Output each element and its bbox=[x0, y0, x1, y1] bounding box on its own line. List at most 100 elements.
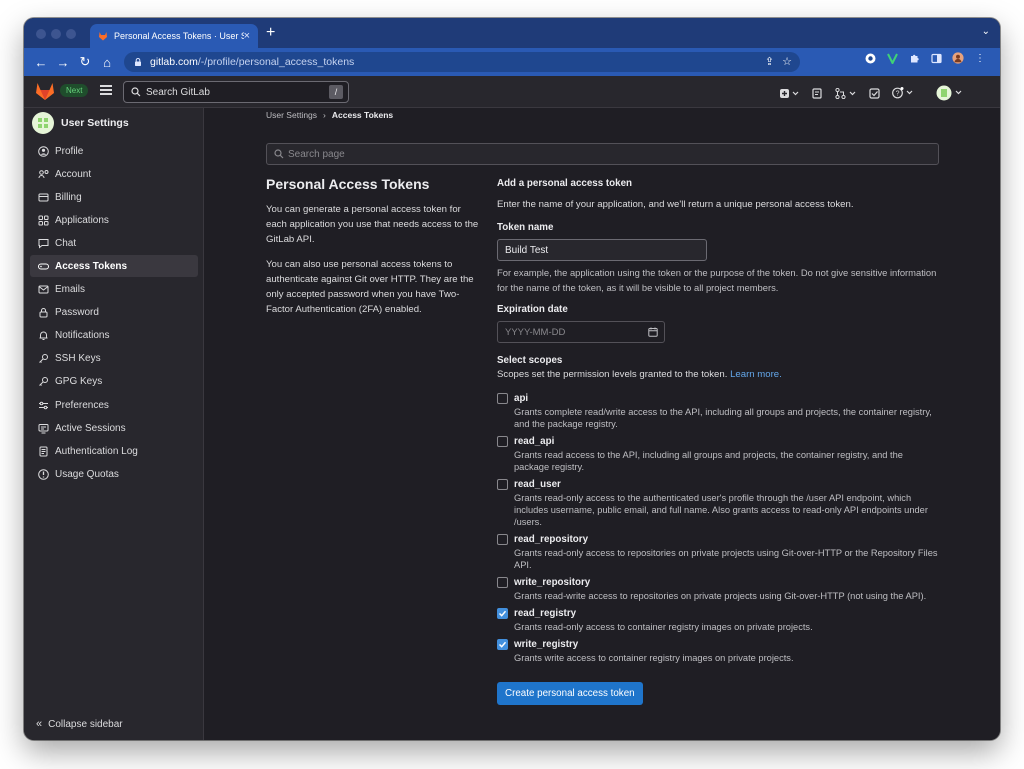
sidebar-item-password[interactable]: Password bbox=[30, 302, 198, 324]
browser-tab[interactable]: Personal Access Tokens · User Settings ·… bbox=[90, 24, 258, 48]
sidebar-item-authentication-log[interactable]: Authentication Log bbox=[30, 440, 198, 462]
quota-icon bbox=[38, 469, 49, 480]
collapse-sidebar-button[interactable]: « Collapse sidebar bbox=[36, 718, 123, 730]
help-icon[interactable]: ? bbox=[892, 87, 914, 102]
sidebar-item-emails[interactable]: Emails bbox=[30, 279, 198, 301]
side-panel-icon[interactable] bbox=[930, 52, 942, 64]
scope-name: read_repository bbox=[514, 534, 589, 545]
sidebar-item-preferences[interactable]: Preferences bbox=[30, 394, 198, 416]
scope-read-repository[interactable]: read_repository Grants read-only access … bbox=[497, 532, 939, 571]
expiration-date-input[interactable]: YYYY-MM-DD bbox=[497, 321, 665, 343]
sidebar-item-label: Billing bbox=[55, 191, 82, 203]
search-icon bbox=[274, 149, 284, 159]
minimize-window-button[interactable] bbox=[51, 29, 61, 39]
checkbox[interactable] bbox=[497, 436, 508, 447]
checkbox[interactable] bbox=[497, 577, 508, 588]
bookmark-star-icon[interactable]: ☆ bbox=[782, 55, 792, 68]
sidebar-item-account[interactable]: Account bbox=[30, 163, 198, 185]
scope-write-registry[interactable]: write_registry Grants write access to co… bbox=[497, 637, 939, 664]
token-name-label: Token name bbox=[497, 222, 554, 233]
home-icon[interactable]: ⌂ bbox=[96, 55, 118, 70]
learn-more-link[interactable]: Learn more. bbox=[730, 369, 782, 380]
new-tab-button[interactable]: + bbox=[266, 24, 275, 42]
breadcrumb: User Settings › Access Tokens bbox=[266, 110, 393, 120]
sidebar-item-ssh-keys[interactable]: SSH Keys bbox=[30, 348, 198, 370]
extension-1-icon[interactable] bbox=[864, 52, 876, 64]
double-chevron-left-icon: « bbox=[36, 718, 43, 730]
zoom-window-button[interactable] bbox=[66, 29, 76, 39]
profile-avatar-icon[interactable] bbox=[952, 52, 964, 64]
scope-api[interactable]: api Grants complete read/write access to… bbox=[497, 391, 939, 430]
token-icon bbox=[38, 261, 49, 272]
next-badge[interactable]: Next bbox=[60, 84, 89, 97]
sidebar-nav: Profile Account Billing Applications Cha… bbox=[30, 140, 198, 486]
check-icon bbox=[498, 610, 507, 617]
scope-read-api[interactable]: read_api Grants read access to the API, … bbox=[497, 434, 939, 473]
checkbox[interactable] bbox=[497, 393, 508, 404]
scope-description: Grants read-write access to repositories… bbox=[514, 591, 927, 601]
lock-icon bbox=[38, 307, 49, 318]
close-window-button[interactable] bbox=[36, 29, 46, 39]
sidebar-item-label: Access Tokens bbox=[55, 260, 128, 272]
browser-window: Personal Access Tokens · User Settings ·… bbox=[24, 18, 1000, 740]
create-token-button[interactable]: Create personal access token bbox=[497, 682, 643, 705]
scope-name: api bbox=[514, 393, 529, 404]
settings-sidebar: User Settings Profile Account Billing Ap… bbox=[24, 108, 204, 740]
sidebar-item-chat[interactable]: Chat bbox=[30, 232, 198, 254]
reload-icon[interactable]: ↻ bbox=[74, 54, 96, 70]
sidebar-item-label: Applications bbox=[55, 214, 109, 226]
checkbox[interactable] bbox=[497, 479, 508, 490]
extension-v-icon[interactable] bbox=[886, 52, 898, 64]
collapse-sidebar-label: Collapse sidebar bbox=[48, 718, 123, 730]
applications-icon bbox=[38, 215, 49, 226]
sidebar-item-label: Profile bbox=[55, 145, 84, 157]
sidebar-item-notifications[interactable]: Notifications bbox=[30, 325, 198, 347]
sidebar-item-applications[interactable]: Applications bbox=[30, 209, 198, 231]
scope-read-user[interactable]: read_user Grants read-only access to the… bbox=[497, 477, 939, 528]
sidebar-item-usage-quotas[interactable]: Usage Quotas bbox=[30, 463, 198, 485]
token-name-help: For example, the application using the t… bbox=[497, 267, 937, 293]
merge-requests-icon[interactable] bbox=[835, 87, 857, 102]
forward-icon[interactable]: → bbox=[52, 55, 74, 70]
share-icon[interactable]: ⇪ bbox=[765, 55, 774, 68]
global-search-placeholder: Search GitLab bbox=[146, 86, 210, 98]
sidebar-item-billing[interactable]: Billing bbox=[30, 186, 198, 208]
tab-search-icon[interactable]: ⌄ bbox=[982, 26, 990, 37]
todos-icon[interactable] bbox=[869, 87, 880, 102]
calendar-icon[interactable] bbox=[648, 327, 658, 337]
breadcrumb-parent[interactable]: User Settings bbox=[266, 110, 317, 120]
browser-menu-icon[interactable]: ⋮ bbox=[974, 52, 986, 64]
log-icon bbox=[38, 446, 49, 457]
tab-close-icon[interactable]: × bbox=[244, 30, 250, 42]
sidebar-item-access-tokens[interactable]: Access Tokens bbox=[30, 255, 198, 278]
sidebar-item-profile[interactable]: Profile bbox=[30, 140, 198, 162]
checkbox-checked[interactable] bbox=[497, 639, 508, 650]
form-intro: Enter the name of your application, and … bbox=[497, 199, 854, 210]
address-bar: ← → ↻ ⌂ gitlab.com/-/profile/personal_ac… bbox=[24, 48, 1000, 76]
search-page-input[interactable]: Search page bbox=[266, 143, 939, 165]
sidebar-header[interactable]: User Settings bbox=[32, 112, 129, 134]
url-field[interactable]: gitlab.com/-/profile/personal_access_tok… bbox=[124, 52, 800, 72]
key-icon bbox=[38, 376, 49, 387]
checkbox-checked[interactable] bbox=[497, 608, 508, 619]
puzzle-extensions-icon[interactable] bbox=[908, 52, 920, 64]
token-form: Add a personal access token Enter the na… bbox=[497, 178, 939, 705]
sidebar-item-label: Active Sessions bbox=[55, 422, 126, 434]
user-avatar[interactable] bbox=[936, 85, 964, 104]
header-actions: ? bbox=[780, 85, 964, 104]
global-search-input[interactable]: Search GitLab / bbox=[123, 81, 349, 103]
sidebar-item-gpg-keys[interactable]: GPG Keys bbox=[30, 371, 198, 393]
scopes-help-text: Scopes set the permission levels granted… bbox=[497, 369, 728, 380]
url-host: gitlab.com bbox=[150, 56, 198, 68]
checkbox[interactable] bbox=[497, 534, 508, 545]
scope-read-registry[interactable]: read_registry Grants read-only access to… bbox=[497, 606, 939, 633]
gitlab-logo-icon[interactable] bbox=[35, 82, 55, 101]
menu-icon[interactable] bbox=[100, 85, 112, 95]
create-new-icon[interactable] bbox=[780, 88, 800, 102]
back-icon[interactable]: ← bbox=[30, 55, 52, 70]
token-name-input[interactable]: Build Test bbox=[497, 239, 707, 261]
scope-write-repository[interactable]: write_repository Grants read-write acces… bbox=[497, 575, 939, 602]
issues-icon[interactable] bbox=[812, 87, 823, 102]
sidebar-item-active-sessions[interactable]: Active Sessions bbox=[30, 417, 198, 439]
sidebar-item-label: Preferences bbox=[55, 399, 109, 411]
